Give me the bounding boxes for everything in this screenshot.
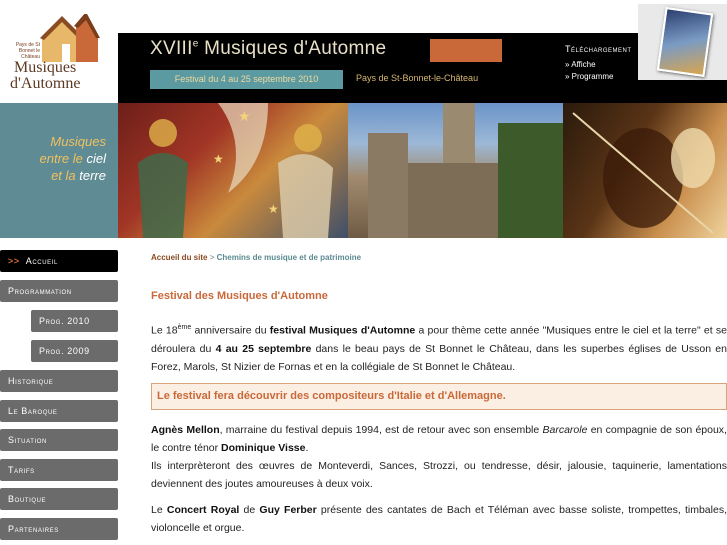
- tagline-line3: et la terre: [51, 168, 106, 183]
- logo-subtitle: Pays de St Bonnet le Château: [15, 42, 40, 60]
- nav-prog-2010[interactable]: Prog. 2010: [31, 310, 118, 332]
- nav-prog-2009[interactable]: Prog. 2009: [31, 340, 118, 362]
- breadcrumb-home-link[interactable]: Accueil du site: [151, 253, 207, 262]
- p4-text-b: de: [239, 504, 260, 516]
- concert-royal-paragraph: Le Concert Royal de Guy Ferber présente …: [151, 501, 727, 537]
- nav-programmation[interactable]: Programmation: [0, 280, 118, 302]
- poster-thumbnail[interactable]: [656, 6, 714, 78]
- download-programme-link[interactable]: » Programme: [565, 72, 613, 81]
- header-accent-block: [430, 39, 502, 62]
- title-main: Musiques d'Automne: [204, 38, 387, 59]
- repertoire-paragraph: Ils interprèteront des œuvres de Monteve…: [151, 460, 727, 490]
- p1-text-a: Le 18: [151, 324, 178, 337]
- mellon-paragraph: Agnès Mellon, marraine du festival depui…: [151, 421, 727, 457]
- highlight-box: Le festival fera découvrir des composite…: [151, 383, 727, 410]
- tagline-line1: Musiques: [50, 134, 106, 149]
- nav-historique[interactable]: Historique: [0, 370, 118, 392]
- banner-angels-painting: ★ ★ ★: [118, 103, 348, 238]
- title-roman-numeral: XVIII: [150, 38, 193, 59]
- nav-partenaires[interactable]: Partenaires: [0, 518, 118, 540]
- p1-dates: 4 au 25 septembre: [215, 342, 312, 355]
- svg-text:★: ★: [238, 108, 251, 124]
- content-title: Festival des Musiques d'Automne: [151, 290, 328, 302]
- nav-tarifs[interactable]: Tarifs: [0, 459, 118, 481]
- intro-paragraph: Le 18ème anniversaire du festival Musiqu…: [151, 319, 727, 376]
- nav-boutique[interactable]: Boutique: [0, 488, 118, 510]
- header-banner-image: ★ ★ ★: [118, 103, 727, 238]
- p4-ensemble-name: Concert Royal: [166, 504, 240, 516]
- tagline-line2-a: entre le: [39, 151, 87, 166]
- p4-text-a: Le: [151, 504, 167, 516]
- svg-text:★: ★: [268, 202, 279, 216]
- breadcrumb-separator: >: [207, 253, 217, 262]
- tagline-panel: Musiques entre le ciel et la terre: [0, 103, 118, 238]
- church-tower-left: [368, 133, 408, 238]
- p1-text-b: anniversaire du: [191, 324, 270, 337]
- p2-text-a: , marraine du festival depuis 1994, est …: [219, 424, 543, 436]
- logo-text-line2: d'Automne: [10, 75, 81, 92]
- p2-artist-name: Agnès Mellon: [151, 424, 220, 436]
- banner-violinist-photo: [563, 103, 727, 238]
- nav-accueil[interactable]: >> Accueil: [0, 250, 118, 272]
- house-logo-icon: [40, 14, 100, 62]
- festival-place: Pays de St-Bonnet-le-Château: [356, 73, 479, 83]
- site-logo[interactable]: Pays de St Bonnet le Château Musiques d'…: [0, 0, 118, 103]
- festival-dates: Festival du 4 au 25 septembre 2010: [150, 70, 343, 89]
- nav-situation[interactable]: Situation: [0, 429, 118, 451]
- p2-ensemble-name: Barcarole: [542, 424, 588, 436]
- nav-accueil-label: Accueil: [25, 256, 58, 266]
- title-sup: e: [192, 38, 199, 50]
- tagline-line2: entre le ciel: [40, 151, 107, 166]
- tagline-line3-a: et la: [51, 168, 80, 183]
- download-title: Téléchargement: [565, 44, 632, 54]
- violin-illustration: [572, 112, 715, 234]
- page-header-title: XVIIIe Musiques d'Automne: [150, 38, 386, 60]
- p1-sup: ème: [177, 324, 192, 331]
- tree-foliage: [498, 123, 563, 238]
- tagline-line2-b: ciel: [86, 151, 106, 166]
- p2-text-c: .: [305, 442, 309, 454]
- download-affiche-link[interactable]: » Affiche: [565, 60, 596, 69]
- logo-text-line1: Musiques: [14, 59, 77, 76]
- p1-festival-name: festival Musiques d'Automne: [269, 324, 416, 337]
- breadcrumb: Accueil du site > Chemins de musique et …: [151, 253, 361, 262]
- active-marker-icon: >>: [8, 256, 20, 266]
- tagline-line3-b: terre: [79, 168, 106, 183]
- p4-artist-name: Guy Ferber: [259, 504, 317, 516]
- p2-tenor-name: Dominique Visse: [221, 442, 306, 454]
- angels-illustration: ★ ★ ★: [138, 103, 333, 238]
- breadcrumb-current: Chemins de musique et de patrimoine: [216, 253, 362, 262]
- banner-church-photo: [348, 103, 563, 238]
- svg-text:★: ★: [213, 152, 224, 166]
- nav-le-baroque[interactable]: Le Baroque: [0, 400, 118, 422]
